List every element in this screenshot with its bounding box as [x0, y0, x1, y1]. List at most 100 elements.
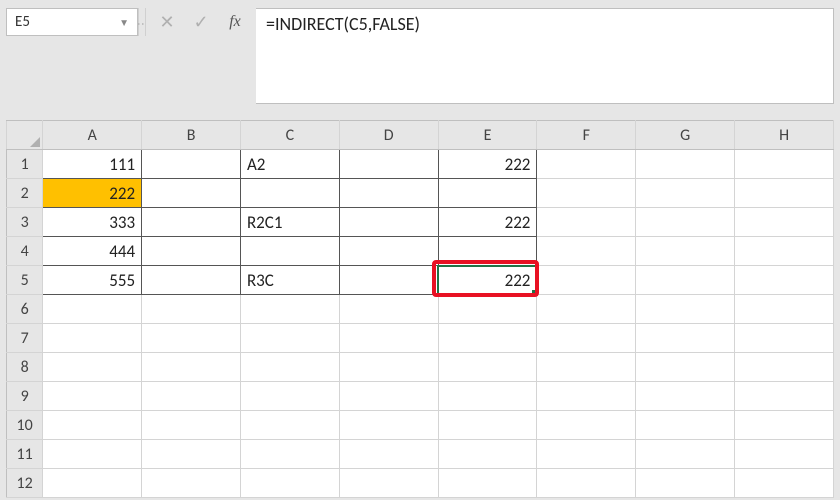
col-header-E[interactable]: E — [438, 121, 537, 150]
cell-G6[interactable] — [636, 295, 735, 324]
col-header-A[interactable]: A — [43, 121, 142, 150]
row-header-2[interactable]: 2 — [7, 179, 43, 208]
cell-H3[interactable] — [735, 208, 834, 237]
row-header-6[interactable]: 6 — [7, 295, 43, 324]
cell-D6[interactable] — [339, 295, 438, 324]
row-header-3[interactable]: 3 — [7, 208, 43, 237]
cell-A11[interactable] — [43, 440, 142, 469]
cell-A3[interactable]: 333 — [43, 208, 142, 237]
formula-input[interactable]: =INDIRECT(C5,FALSE) — [256, 8, 834, 104]
cell-F3[interactable] — [537, 208, 636, 237]
cell-H8[interactable] — [735, 353, 834, 382]
row-header-1[interactable]: 1 — [7, 150, 43, 179]
spreadsheet-grid[interactable]: A B C D E F G H 1 111 A2 222 — [6, 120, 834, 494]
cell-G2[interactable] — [636, 179, 735, 208]
cell-E12[interactable] — [438, 469, 537, 498]
col-header-H[interactable]: H — [735, 121, 834, 150]
cancel-formula-button[interactable]: ✕ — [150, 8, 184, 36]
row-header-10[interactable]: 10 — [7, 411, 43, 440]
cell-B4[interactable] — [142, 237, 241, 266]
cell-D9[interactable] — [339, 382, 438, 411]
cell-H6[interactable] — [735, 295, 834, 324]
cell-F11[interactable] — [537, 440, 636, 469]
cell-B11[interactable] — [142, 440, 241, 469]
cell-D3[interactable] — [339, 208, 438, 237]
cell-E3[interactable]: 222 — [438, 208, 537, 237]
col-header-F[interactable]: F — [537, 121, 636, 150]
cell-B8[interactable] — [142, 353, 241, 382]
cell-G4[interactable] — [636, 237, 735, 266]
cell-F10[interactable] — [537, 411, 636, 440]
cell-H11[interactable] — [735, 440, 834, 469]
cell-F1[interactable] — [537, 150, 636, 179]
cell-C4[interactable] — [240, 237, 339, 266]
select-all-corner[interactable] — [7, 121, 43, 150]
insert-function-button[interactable]: fx — [218, 8, 252, 36]
cell-F5[interactable] — [537, 266, 636, 295]
cell-D5[interactable] — [339, 266, 438, 295]
cell-C8[interactable] — [240, 353, 339, 382]
cell-C1[interactable]: A2 — [240, 150, 339, 179]
cell-G1[interactable] — [636, 150, 735, 179]
cell-G8[interactable] — [636, 353, 735, 382]
cell-D1[interactable] — [339, 150, 438, 179]
cell-A8[interactable] — [43, 353, 142, 382]
cell-E8[interactable] — [438, 353, 537, 382]
name-box[interactable]: E5 ▼ — [6, 8, 138, 36]
cell-G9[interactable] — [636, 382, 735, 411]
row-header-12[interactable]: 12 — [7, 469, 43, 498]
cell-C2[interactable] — [240, 179, 339, 208]
cell-H1[interactable] — [735, 150, 834, 179]
enter-formula-button[interactable]: ✓ — [184, 8, 218, 36]
row-header-11[interactable]: 11 — [7, 440, 43, 469]
cell-A7[interactable] — [43, 324, 142, 353]
cell-B9[interactable] — [142, 382, 241, 411]
cell-G11[interactable] — [636, 440, 735, 469]
cell-F6[interactable] — [537, 295, 636, 324]
cell-E7[interactable] — [438, 324, 537, 353]
cell-A6[interactable] — [43, 295, 142, 324]
cell-C5[interactable]: R3C — [240, 266, 339, 295]
cell-G12[interactable] — [636, 469, 735, 498]
cell-A2[interactable]: 222 — [43, 179, 142, 208]
cell-A5[interactable]: 555 — [43, 266, 142, 295]
cell-B6[interactable] — [142, 295, 241, 324]
cell-H10[interactable] — [735, 411, 834, 440]
cell-E9[interactable] — [438, 382, 537, 411]
cell-C6[interactable] — [240, 295, 339, 324]
cell-D8[interactable] — [339, 353, 438, 382]
col-header-C[interactable]: C — [240, 121, 339, 150]
cell-E5[interactable]: 222 — [438, 266, 537, 295]
cell-A10[interactable] — [43, 411, 142, 440]
cell-C3[interactable]: R2C1 — [240, 208, 339, 237]
cell-D2[interactable] — [339, 179, 438, 208]
cell-E10[interactable] — [438, 411, 537, 440]
cell-D11[interactable] — [339, 440, 438, 469]
cell-B10[interactable] — [142, 411, 241, 440]
cell-G3[interactable] — [636, 208, 735, 237]
cell-F9[interactable] — [537, 382, 636, 411]
cell-B2[interactable] — [142, 179, 241, 208]
cell-B7[interactable] — [142, 324, 241, 353]
row-header-5[interactable]: 5 — [7, 266, 43, 295]
cell-E6[interactable] — [438, 295, 537, 324]
cell-G10[interactable] — [636, 411, 735, 440]
cell-G5[interactable] — [636, 266, 735, 295]
cell-H7[interactable] — [735, 324, 834, 353]
cell-F4[interactable] — [537, 237, 636, 266]
cell-G7[interactable] — [636, 324, 735, 353]
cell-A9[interactable] — [43, 382, 142, 411]
cell-F2[interactable] — [537, 179, 636, 208]
cell-F7[interactable] — [537, 324, 636, 353]
cell-B5[interactable] — [142, 266, 241, 295]
name-box-dropdown-icon[interactable]: ▼ — [119, 16, 129, 29]
cell-H9[interactable] — [735, 382, 834, 411]
cell-E4[interactable] — [438, 237, 537, 266]
cell-F8[interactable] — [537, 353, 636, 382]
row-header-7[interactable]: 7 — [7, 324, 43, 353]
cell-A12[interactable] — [43, 469, 142, 498]
row-header-9[interactable]: 9 — [7, 382, 43, 411]
col-header-G[interactable]: G — [636, 121, 735, 150]
cell-E2[interactable] — [438, 179, 537, 208]
cell-B12[interactable] — [142, 469, 241, 498]
